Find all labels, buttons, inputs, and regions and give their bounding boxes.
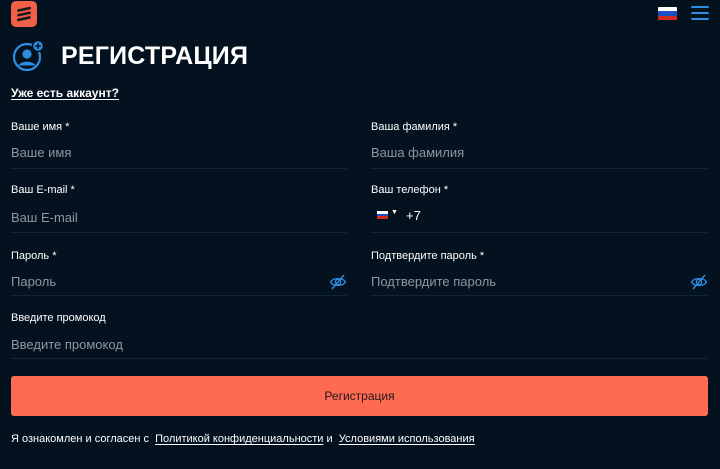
phone-field: Ваш телефон * ▼ +7 [371, 184, 708, 234]
first-name-input[interactable] [11, 141, 347, 163]
chevron-down-icon[interactable]: ▼ [391, 209, 398, 216]
email-label: Ваш E-mail * [11, 184, 75, 196]
password-input[interactable] [11, 270, 311, 292]
email-input[interactable] [11, 206, 347, 228]
divider [11, 295, 347, 296]
eye-hidden-icon[interactable] [690, 273, 708, 291]
first-name-label: Ваше имя * [11, 121, 70, 133]
email-field: Ваш E-mail * [11, 184, 347, 234]
confirm-password-label: Подтвердите пароль * [371, 250, 485, 262]
confirm-password-field: Подтвердите пароль * [371, 250, 708, 298]
brand-logo-icon[interactable] [11, 1, 37, 27]
agreement-conjunction: и [326, 433, 333, 445]
last-name-input[interactable] [371, 141, 708, 163]
password-label: Пароль * [11, 250, 57, 262]
divider [11, 232, 347, 233]
confirm-password-input[interactable] [371, 270, 671, 292]
phone-input[interactable]: +7 [406, 208, 421, 223]
privacy-policy-link[interactable]: Политикой конфиденциальности [155, 433, 323, 445]
agreement-text: Я ознакомлен и согласен с Политикой конф… [11, 433, 475, 445]
russia-flag-icon[interactable] [658, 7, 677, 20]
divider [11, 168, 347, 169]
promo-input[interactable] [11, 333, 708, 355]
phone-country-flag-icon[interactable] [377, 211, 388, 219]
register-button[interactable]: Регистрация [11, 376, 708, 416]
divider [371, 295, 708, 296]
phone-label: Ваш телефон * [371, 184, 449, 196]
promo-label: Введите промокод [11, 312, 106, 324]
eye-hidden-icon[interactable] [329, 273, 347, 291]
agreement-prefix: Я ознакомлен и согласен с [11, 433, 150, 445]
promo-field: Введите промокод [11, 312, 708, 360]
divider [371, 232, 708, 233]
password-field: Пароль * [11, 250, 347, 298]
user-add-icon [12, 40, 44, 72]
last-name-label: Ваша фамилия * [371, 121, 458, 133]
hamburger-menu-icon[interactable] [691, 4, 709, 22]
divider [371, 168, 708, 169]
first-name-field: Ваше имя * [11, 121, 347, 169]
page-title: РЕГИСТРАЦИЯ [61, 42, 249, 70]
terms-of-use-link[interactable]: Условиями использования [339, 433, 475, 445]
login-link[interactable]: Уже есть аккаунт? [11, 86, 119, 100]
last-name-field: Ваша фамилия * [371, 121, 708, 169]
divider [11, 358, 708, 359]
